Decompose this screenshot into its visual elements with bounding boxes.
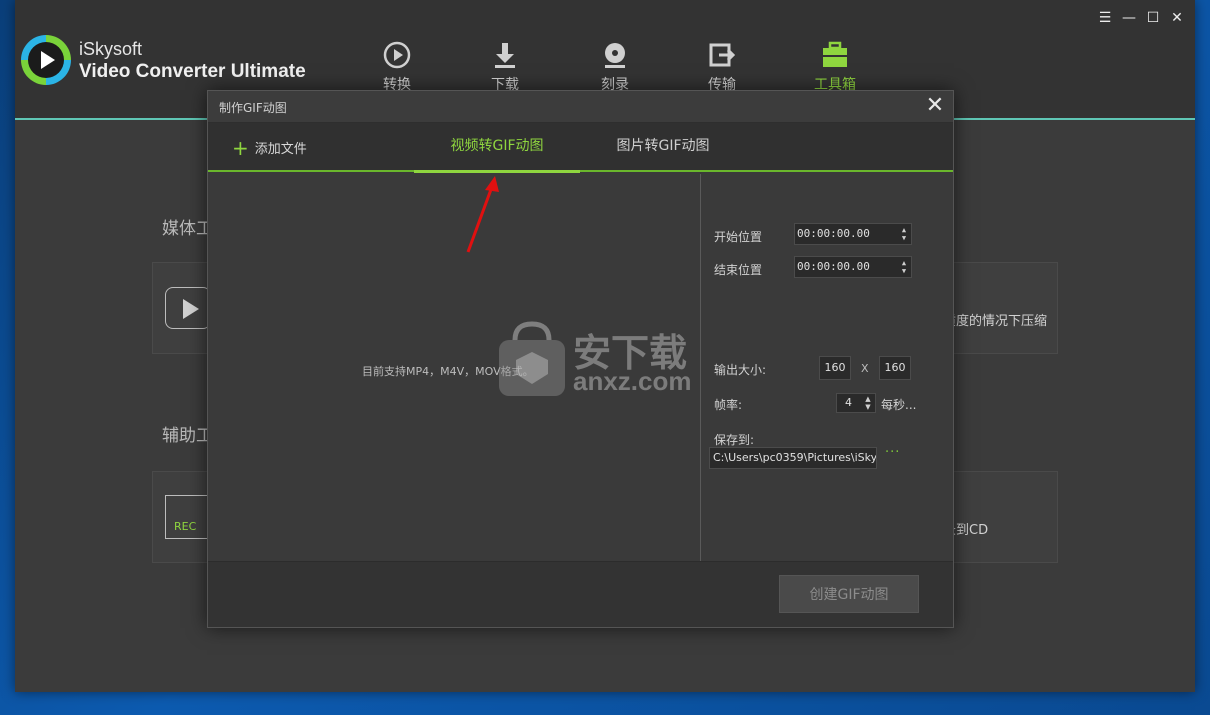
close-icon[interactable]: ✕	[1169, 10, 1185, 26]
watermark-text-bottom: anxz.com	[573, 366, 692, 396]
toolbox-icon	[823, 41, 847, 67]
spinner-icon[interactable]: ▲ ▼	[899, 259, 909, 275]
gif-settings-panel: 开始位置 00:00:00.00 ▲ ▼ 结束位置 00:00:00.00 ▲ ▼ …	[701, 174, 953, 561]
end-position-value: 00:00:00.00	[797, 260, 870, 273]
burn-icon	[605, 43, 625, 68]
dialog-title: 制作GIF动图	[219, 101, 287, 115]
tab-video-to-gif[interactable]: 视频转GIF动图	[414, 123, 580, 173]
browse-button[interactable]: ···	[885, 445, 900, 460]
convert-icon	[383, 41, 411, 69]
nav-toolbox[interactable]: 工具箱	[805, 40, 865, 94]
nav-burn[interactable]: 刻录	[585, 40, 645, 94]
menu-icon[interactable]: ☰	[1097, 10, 1113, 26]
spinner-icon[interactable]: ▲ ▼	[863, 395, 873, 411]
brand-name: iSkysoft	[79, 39, 143, 59]
add-file-button[interactable]: + 添加文件	[232, 135, 307, 160]
end-position-label: 结束位置	[714, 263, 763, 277]
watermark: 安下载 anxz.com	[495, 318, 715, 398]
save-to-label: 保存到:	[714, 433, 755, 447]
create-gif-button[interactable]: 创建GIF动图	[779, 575, 919, 613]
frame-rate-unit: 每秒...	[881, 398, 917, 412]
annotation-arrow-icon	[466, 176, 499, 253]
save-path-field[interactable]: C:\Users\pc0359\Pictures\iSkysc	[709, 447, 877, 469]
nav-download[interactable]: 下载	[475, 40, 535, 94]
dialog-titlebar: 制作GIF动图 ✕	[208, 91, 953, 123]
times-sign: X	[861, 362, 869, 375]
start-position-label: 开始位置	[714, 230, 763, 244]
rec-label: REC	[174, 520, 197, 533]
section-media-title: 媒体工	[162, 219, 213, 239]
output-size-label: 输出大小:	[714, 363, 767, 377]
height-input[interactable]: 160	[879, 356, 911, 380]
spinner-icon[interactable]: ▲ ▼	[899, 226, 909, 242]
dialog-close-icon[interactable]: ✕	[923, 94, 947, 118]
start-position-value: 00:00:00.00	[797, 227, 870, 240]
end-position-input[interactable]: 00:00:00.00 ▲ ▼	[794, 256, 912, 278]
card-compress-text: 质度的情况下压缩	[943, 314, 1048, 329]
width-input[interactable]: 160	[819, 356, 851, 380]
plus-icon: +	[232, 135, 249, 160]
nav-transfer[interactable]: 传输	[692, 40, 752, 94]
frame-rate-input[interactable]: 4 ▲ ▼	[836, 393, 876, 413]
app-logo-icon	[21, 35, 71, 85]
nav-convert[interactable]: 转换	[367, 40, 427, 94]
product-name: Video Converter Ultimate	[79, 61, 306, 82]
tab-image-to-gif[interactable]: 图片转GIF动图	[580, 123, 746, 170]
watermark-bag-icon	[499, 321, 565, 396]
video-play-icon	[165, 287, 211, 329]
dialog-tabs: + 添加文件 视频转GIF动图 图片转GIF动图	[208, 123, 953, 173]
frame-rate-value: 4	[845, 396, 852, 409]
add-file-label: 添加文件	[254, 142, 307, 157]
screen-record-icon: REC	[165, 495, 211, 539]
minimize-icon[interactable]: —	[1121, 10, 1137, 26]
frame-rate-label: 帧率:	[714, 398, 743, 412]
transfer-icon	[709, 43, 736, 67]
window-controls: ☰ — ☐ ✕	[1097, 10, 1185, 26]
maximize-icon[interactable]: ☐	[1145, 10, 1161, 26]
start-position-input[interactable]: 00:00:00.00 ▲ ▼	[794, 223, 912, 245]
download-icon	[495, 43, 515, 68]
dialog-footer: 创建GIF动图	[208, 561, 953, 627]
section-aux-title: 辅助工	[162, 426, 213, 446]
